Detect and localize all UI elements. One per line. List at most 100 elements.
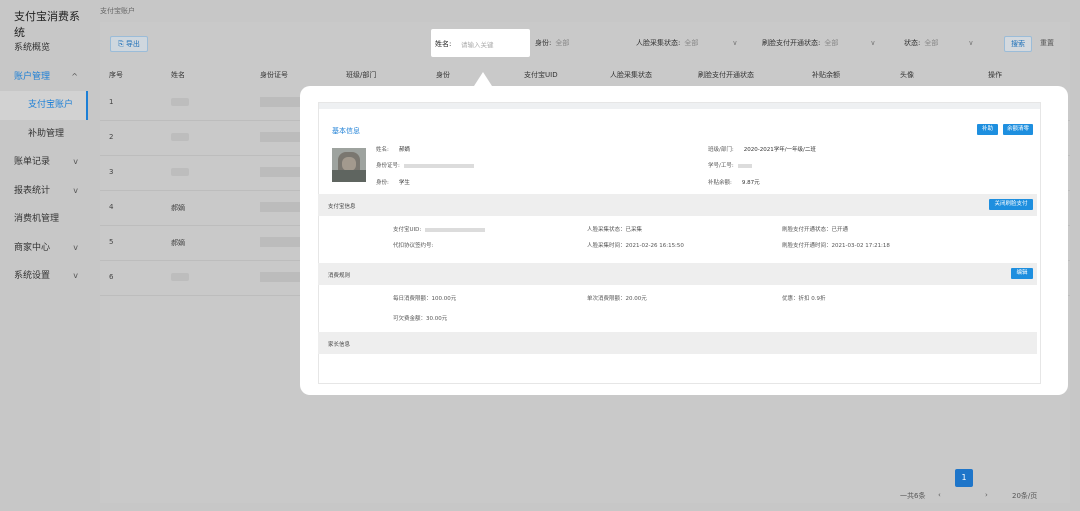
status-filter-value: 全部 [924,39,939,47]
reset-button[interactable]: 重置 [1034,36,1060,50]
studentno-label: 学号/工号: [708,161,752,169]
chevron-up-icon: ^ [71,71,78,81]
pay-filter-value: 全部 [824,39,839,47]
row-index: 2 [109,133,114,141]
sidebar-item-settings[interactable]: 系统设置 v [0,262,88,291]
col-header: 身份证号 [260,71,288,79]
col-header: 刷脸支付开通状态 [698,71,754,79]
class-value: 2020-2021学年/一年级/二班 [743,147,816,153]
avatar [332,148,366,182]
uid-field: 支付宝UID: [393,225,486,233]
search-button[interactable]: 搜索 [1004,36,1032,52]
pay-filter[interactable]: 刷脸支付开通状态: 全部 ∨ [762,38,875,48]
row-index: 5 [109,238,114,246]
pager-total: 一共6条 [900,492,926,500]
blurred-name [171,98,189,106]
class-label-text: 班级/部门: [708,147,734,153]
identity-filter[interactable]: 身份: 全部 [535,38,595,48]
pager-next-button[interactable]: › [985,491,988,499]
breadcrumb: 支付宝账户 [100,7,135,15]
class-label: 班级/部门: 2020-2021学年/一年级/二班 [708,145,816,153]
pay-status: 刷脸支付开通状态：已开通 [782,227,849,233]
row-index: 4 [109,203,114,211]
uid-label: 支付宝UID: [393,227,422,233]
sidebar: 支付宝消费系统 系统概览 账户管理 ^ 支付宝账户 补助管理 账单记录 v 报表统计… [0,0,88,511]
chevron-down-icon: v [73,271,78,280]
card-top-bar [319,103,1040,109]
name-search-input[interactable]: 请输入关键 [461,39,494,49]
balance-label-text: 补贴余额: [708,180,732,186]
col-header: 姓名 [171,71,185,79]
col-header: 身份 [436,71,450,79]
subsidy-button[interactable]: 补助 [977,124,998,135]
sidebar-item-label: 商家中心 [14,242,51,253]
callout-arrow [474,72,492,86]
sidebar-item-label: 报表统计 [14,185,51,196]
agreement-label: 代扣协议签约号: [393,243,434,249]
blurred-id-value [403,163,474,168]
name-value: 郝嫡 [398,147,410,153]
alipay-section-title: 支付宝信息 [328,204,356,210]
name-label-text: 姓名: [376,147,389,153]
page-size-select[interactable]: 20条/页 [1012,491,1037,501]
chevron-down-icon: ∨ [870,39,876,47]
pay-filter-label: 刷脸支付开通状态: [762,39,821,47]
sidebar-item-account[interactable]: 账户管理 ^ [0,63,88,92]
status-filter-label: 状态: [904,39,921,47]
face-filter[interactable]: 人脸采集状态: 全部 ∨ [636,38,737,48]
chevron-down-icon: ∨ [968,39,974,47]
discount: 优惠：折扣 0.9折 [782,296,826,302]
sidebar-item-merchant[interactable]: 商家中心 v [0,234,88,263]
col-header: 操作 [988,71,1002,79]
id-label: 身份证号: [376,161,474,169]
sidebar-item-reports[interactable]: 报表统计 v [0,177,88,206]
identity-label-text: 身份: [376,180,389,186]
identity-label: 身份: 学生 [376,178,410,186]
status-filter[interactable]: 状态: 全部 ∨ [904,38,973,48]
balance-label: 补贴余额: 9.87元 [708,178,760,186]
identity-filter-label: 身份: [535,39,552,47]
edit-rule-button[interactable]: 编辑 [1011,268,1033,279]
balance-value: 9.87元 [741,180,760,186]
row-name: 郝嫡 [171,239,185,247]
col-header: 班级/部门 [346,71,377,79]
blurred-name [171,273,189,281]
table-header: 序号 姓名 身份证号 班级/部门 身份 支付宝UID 人脸采集状态 刷脸支付开通… [100,66,1070,84]
pay-time: 刷脸支付开通时间：2021-03-02 17:21:18 [782,243,890,249]
sidebar-item-alipay-account[interactable]: 支付宝账户 [0,91,88,120]
rule-section-title: 消费规则 [328,273,351,279]
sidebar-nav: 系统概览 账户管理 ^ 支付宝账户 补助管理 账单记录 v 报表统计 v 消费机管理 … [0,34,88,291]
col-header: 序号 [109,71,123,79]
row-index: 6 [109,273,114,281]
blurred-name [171,168,189,176]
col-header: 头像 [900,71,914,79]
blurred-studentno [737,163,752,168]
identity-value: 学生 [398,180,410,186]
col-header: 人脸采集状态 [610,71,652,79]
sidebar-item-overview[interactable]: 系统概览 [0,34,88,63]
pager-prev-button[interactable]: ‹ [938,491,941,499]
close-face-pay-button[interactable]: 关闭刷脸支付 [989,199,1033,210]
basic-info-title: 基本信息 [332,127,360,135]
sidebar-item-bills[interactable]: 账单记录 v [0,148,88,177]
name-search-popup: 姓名: 请输入关键 [431,29,530,57]
sidebar-item-label: 支付宝账户 [28,100,74,110]
chevron-down-icon: v [73,157,78,166]
sidebar-item-label: 系统设置 [14,271,51,281]
identity-filter-value: 全部 [555,39,570,47]
face-filter-label: 人脸采集状态: [636,39,681,47]
studentno-label-text: 学号/工号: [708,163,734,169]
chevron-down-icon: ∨ [732,39,738,47]
sidebar-item-subsidy[interactable]: 补助管理 [0,120,88,149]
chevron-down-icon: v [73,242,78,252]
page-current[interactable]: 1 [955,469,973,487]
balance-clear-button[interactable]: 余额清零 [1003,124,1033,135]
sidebar-item-machines[interactable]: 消费机管理 [0,205,88,234]
daily-limit: 每日消费限额：100.00元 [393,296,457,302]
export-label: 导出 [125,40,140,48]
export-button[interactable]: ⎘ 导出 [110,36,148,52]
overdraft: 可欠费金额：30.00元 [393,316,448,322]
name-label: 姓名: 郝嫡 [376,145,410,153]
sidebar-item-label: 账单记录 [14,157,51,167]
blurred-uid [425,227,486,232]
